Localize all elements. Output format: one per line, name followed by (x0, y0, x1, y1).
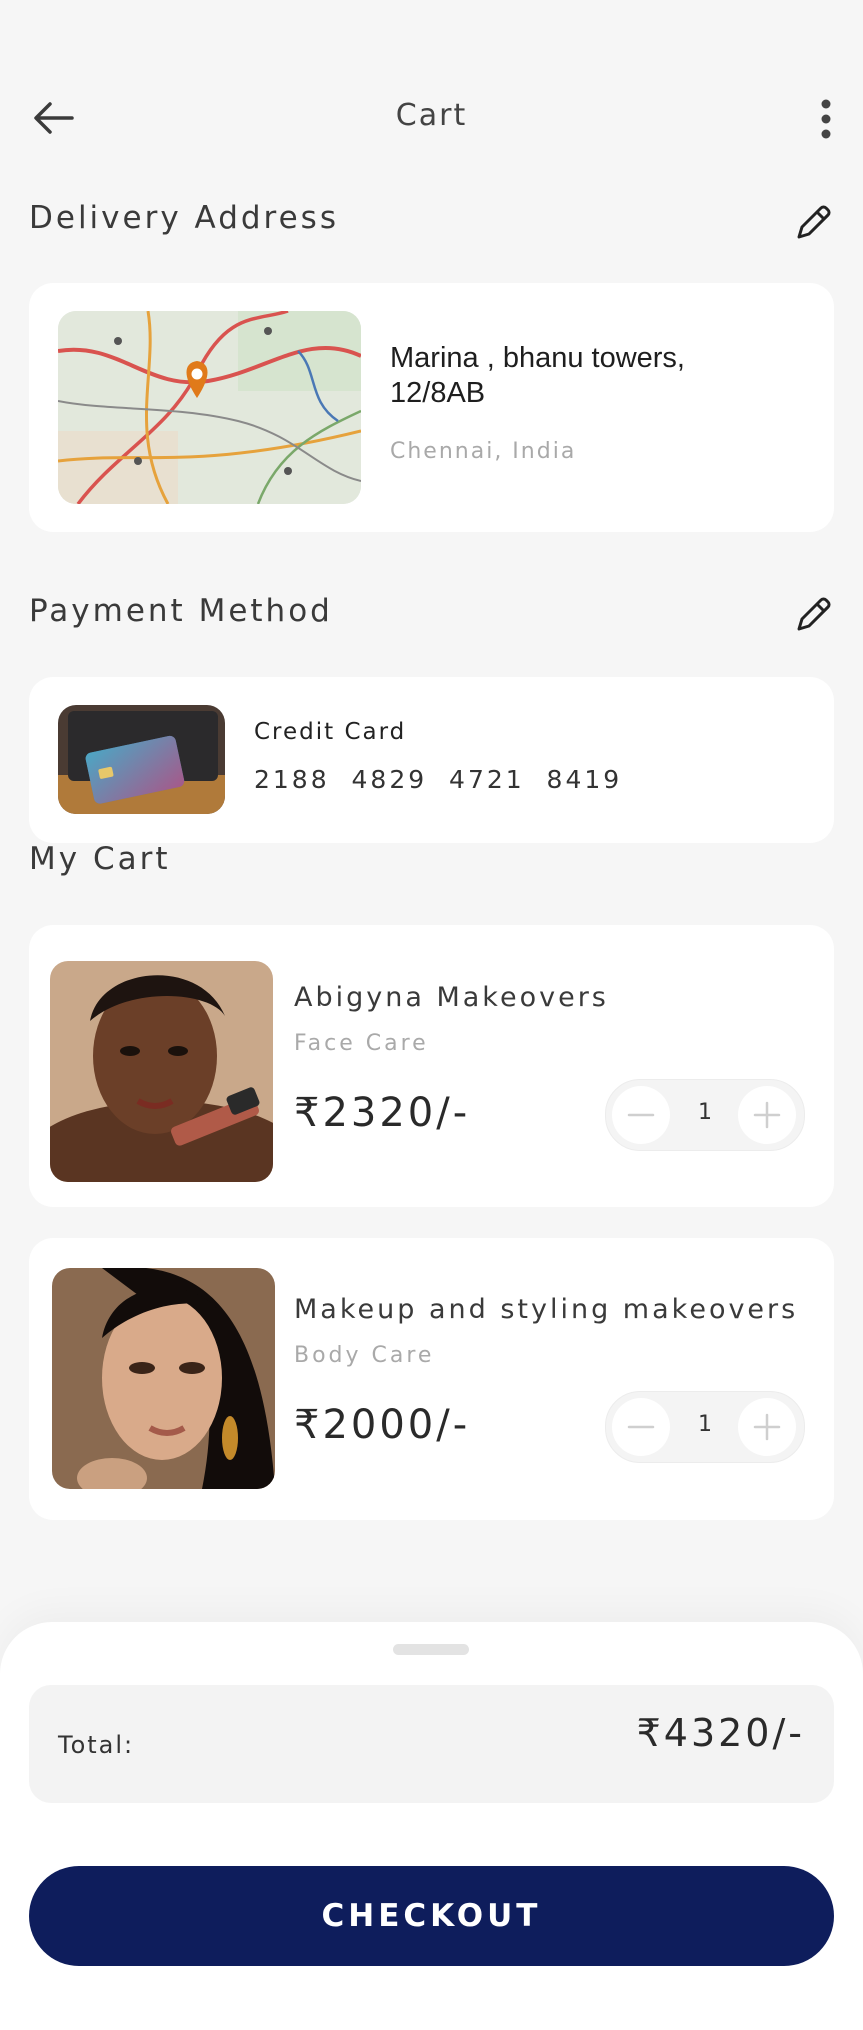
pencil-icon (797, 597, 831, 631)
product-image (50, 961, 273, 1182)
credit-card-thumbnail (58, 705, 225, 814)
portrait-image (50, 961, 273, 1182)
edit-payment-button[interactable] (790, 592, 836, 638)
total-value: ₹4320/- (636, 1711, 805, 1755)
checkout-sheet: Total: ₹4320/- (0, 1622, 863, 2030)
card-number: 2188 4829 4721 8419 (254, 765, 623, 794)
item-name: Makeup and styling makeovers (294, 1294, 799, 1325)
product-image (52, 1268, 275, 1489)
delivery-section-title: Delivery Address (29, 200, 339, 236)
total-box: Total: ₹4320/- (29, 1685, 834, 1803)
checkout-button[interactable]: CHECKOUT (29, 1866, 834, 1966)
increase-button[interactable] (738, 1398, 796, 1456)
total-label: Total: (58, 1731, 135, 1759)
increase-button[interactable] (738, 1086, 796, 1144)
item-price: ₹2000/- (294, 1402, 471, 1448)
address-city: Chennai, India (390, 439, 577, 464)
plus-icon (753, 1413, 781, 1441)
item-category: Body Care (294, 1343, 435, 1368)
item-category: Face Care (294, 1031, 429, 1056)
credit-card-image (58, 705, 225, 814)
payment-section-title: Payment Method (29, 593, 333, 629)
more-vertical-icon (821, 99, 831, 139)
map-image (58, 311, 361, 504)
cart-item[interactable]: Abigyna Makeovers Face Care ₹2320/- 1 (29, 925, 834, 1207)
address-card[interactable]: Marina , bhanu towers, 12/8AB Chennai, I… (29, 283, 834, 532)
quantity-stepper[interactable]: 1 (605, 1079, 805, 1151)
item-name: Abigyna Makeovers (294, 982, 609, 1013)
card-type: Credit Card (254, 719, 407, 745)
address-line: Marina , bhanu towers, 12/8AB (390, 342, 685, 409)
item-price: ₹2320/- (294, 1090, 471, 1136)
cart-item[interactable]: Makeup and styling makeovers Body Care ₹… (29, 1238, 834, 1520)
portrait-image (52, 1268, 275, 1489)
payment-card[interactable]: Credit Card 2188 4829 4721 8419 (29, 677, 834, 843)
edit-address-button[interactable] (790, 200, 836, 246)
map-thumbnail (58, 311, 361, 504)
cart-section-title: My Cart (29, 841, 171, 877)
plus-icon (753, 1101, 781, 1129)
more-menu-button[interactable] (811, 96, 841, 142)
quantity-stepper[interactable]: 1 (605, 1391, 805, 1463)
page-title: Cart (395, 98, 468, 133)
pencil-icon (797, 205, 831, 239)
sheet-drag-handle[interactable] (393, 1644, 469, 1655)
